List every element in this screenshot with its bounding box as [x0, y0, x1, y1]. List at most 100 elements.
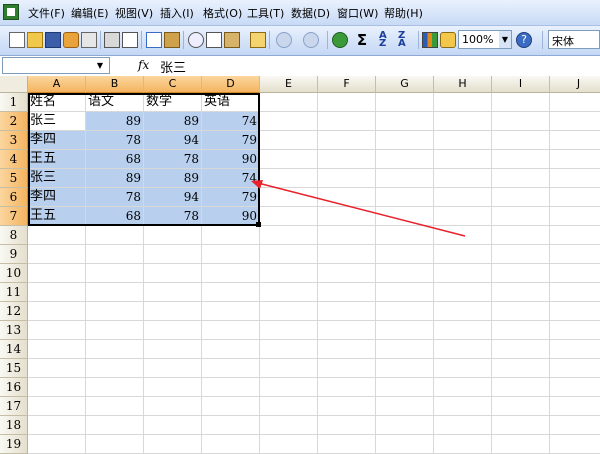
cell-E3[interactable]	[260, 131, 318, 150]
cell-B4[interactable]: 68	[86, 150, 144, 169]
chart-wizard-icon[interactable]	[422, 32, 438, 48]
cell-F7[interactable]	[318, 207, 376, 226]
cell-J12[interactable]	[550, 302, 600, 321]
cell-A7[interactable]: 王五	[28, 207, 86, 226]
row-header[interactable]: 5	[0, 169, 28, 188]
menu-view[interactable]: 视图(V)	[115, 5, 153, 21]
cell-J9[interactable]	[550, 245, 600, 264]
cell-B5[interactable]: 89	[86, 169, 144, 188]
cell-D18[interactable]	[202, 416, 260, 435]
cell-J19[interactable]	[550, 435, 600, 454]
cell-C3[interactable]: 94	[144, 131, 202, 150]
autosum-icon[interactable]: Σ	[354, 32, 370, 48]
cell-H16[interactable]	[434, 378, 492, 397]
column-header[interactable]: E	[260, 76, 318, 93]
cell-H2[interactable]	[434, 112, 492, 131]
menu-edit[interactable]: 编辑(E)	[71, 5, 109, 21]
undo-icon[interactable]	[276, 32, 292, 48]
cell-C18[interactable]	[144, 416, 202, 435]
format-painter-icon[interactable]	[250, 32, 266, 48]
cell-G1[interactable]	[376, 93, 434, 112]
column-header[interactable]: I	[492, 76, 550, 93]
cell-E7[interactable]	[260, 207, 318, 226]
cell-C16[interactable]	[144, 378, 202, 397]
cell-A15[interactable]	[28, 359, 86, 378]
cell-I8[interactable]	[492, 226, 550, 245]
cell-B1[interactable]: 语文	[86, 93, 144, 112]
cell-H15[interactable]	[434, 359, 492, 378]
row-header[interactable]: 11	[0, 283, 28, 302]
cell-C13[interactable]	[144, 321, 202, 340]
cell-I13[interactable]	[492, 321, 550, 340]
cell-A19[interactable]	[28, 435, 86, 454]
cell-B15[interactable]	[86, 359, 144, 378]
cell-D10[interactable]	[202, 264, 260, 283]
cell-A1[interactable]: 姓名	[28, 93, 86, 112]
cell-I3[interactable]	[492, 131, 550, 150]
cell-D19[interactable]	[202, 435, 260, 454]
cell-J7[interactable]	[550, 207, 600, 226]
cell-A18[interactable]	[28, 416, 86, 435]
cell-F14[interactable]	[318, 340, 376, 359]
row-header[interactable]: 17	[0, 397, 28, 416]
spelling-icon[interactable]	[146, 32, 162, 48]
cell-F13[interactable]	[318, 321, 376, 340]
chevron-down-icon[interactable]: ▼	[91, 58, 109, 73]
column-header[interactable]: J	[550, 76, 600, 93]
cell-F5[interactable]	[318, 169, 376, 188]
cell-J11[interactable]	[550, 283, 600, 302]
cell-I16[interactable]	[492, 378, 550, 397]
row-header[interactable]: 13	[0, 321, 28, 340]
menu-file[interactable]: 文件(F)	[28, 5, 65, 21]
cell-G15[interactable]	[376, 359, 434, 378]
cell-I1[interactable]	[492, 93, 550, 112]
cell-D4[interactable]: 90	[202, 150, 260, 169]
cell-I17[interactable]	[492, 397, 550, 416]
cell-D14[interactable]	[202, 340, 260, 359]
cell-F16[interactable]	[318, 378, 376, 397]
cell-B2[interactable]: 89	[86, 112, 144, 131]
cell-E10[interactable]	[260, 264, 318, 283]
cell-I14[interactable]	[492, 340, 550, 359]
cell-D11[interactable]	[202, 283, 260, 302]
cell-H14[interactable]	[434, 340, 492, 359]
column-header[interactable]: G	[376, 76, 434, 93]
permission-icon[interactable]	[63, 32, 79, 48]
cell-A3[interactable]: 李四	[28, 131, 86, 150]
cell-D2[interactable]: 74	[202, 112, 260, 131]
cell-H4[interactable]	[434, 150, 492, 169]
email-icon[interactable]	[81, 32, 97, 48]
cell-J14[interactable]	[550, 340, 600, 359]
select-all-corner[interactable]	[0, 76, 28, 93]
cell-H3[interactable]	[434, 131, 492, 150]
cell-I15[interactable]	[492, 359, 550, 378]
chevron-down-icon[interactable]: ▼	[499, 31, 511, 48]
cell-J5[interactable]	[550, 169, 600, 188]
cell-E5[interactable]	[260, 169, 318, 188]
fill-handle[interactable]	[256, 222, 261, 227]
cell-I4[interactable]	[492, 150, 550, 169]
row-header[interactable]: 8	[0, 226, 28, 245]
print-preview-icon[interactable]	[122, 32, 138, 48]
cell-F2[interactable]	[318, 112, 376, 131]
cell-F9[interactable]	[318, 245, 376, 264]
cell-I6[interactable]	[492, 188, 550, 207]
copy-icon[interactable]	[206, 32, 222, 48]
cell-J6[interactable]	[550, 188, 600, 207]
redo-icon[interactable]	[303, 32, 319, 48]
column-header[interactable]: A	[28, 76, 86, 93]
column-header[interactable]: H	[434, 76, 492, 93]
formula-input[interactable]: 张三	[160, 57, 186, 76]
cell-A11[interactable]	[28, 283, 86, 302]
row-header[interactable]: 2	[0, 112, 28, 131]
cell-C9[interactable]	[144, 245, 202, 264]
row-header[interactable]: 4	[0, 150, 28, 169]
cell-J1[interactable]	[550, 93, 600, 112]
cell-E1[interactable]	[260, 93, 318, 112]
row-header[interactable]: 7	[0, 207, 28, 226]
cell-C12[interactable]	[144, 302, 202, 321]
cell-F10[interactable]	[318, 264, 376, 283]
cell-H11[interactable]	[434, 283, 492, 302]
cell-E14[interactable]	[260, 340, 318, 359]
cell-B14[interactable]	[86, 340, 144, 359]
